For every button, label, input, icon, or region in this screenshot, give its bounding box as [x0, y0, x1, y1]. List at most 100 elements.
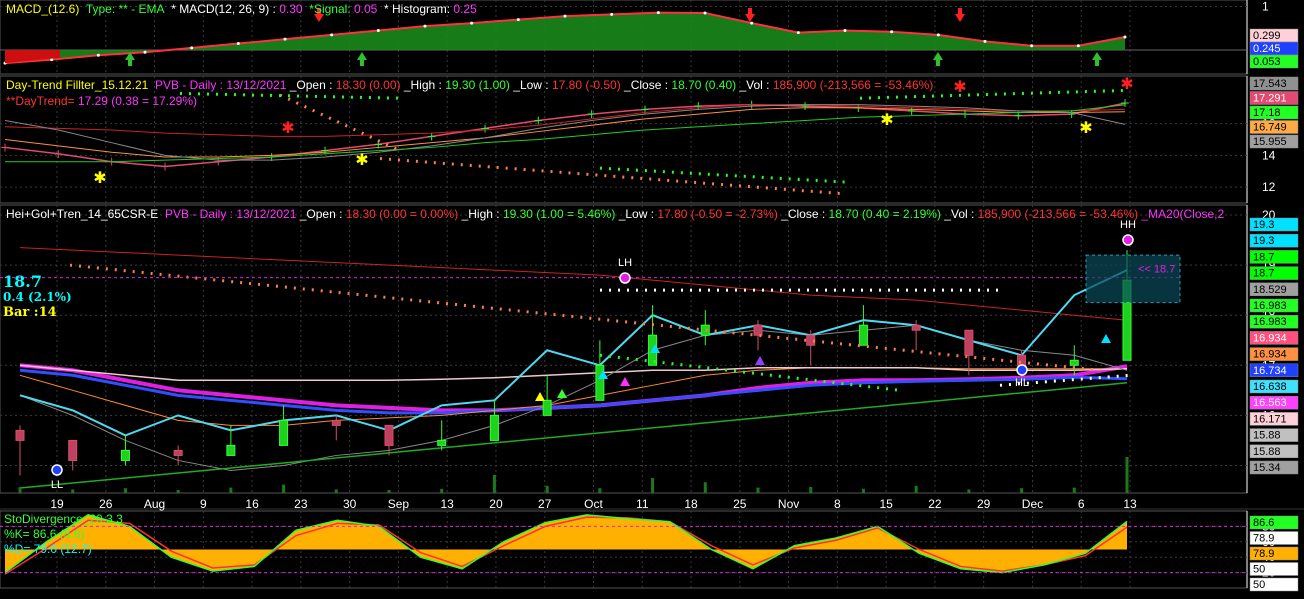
candle-body — [226, 444, 236, 456]
marker-hl — [1016, 364, 1028, 376]
x-tick-label: 8 — [834, 497, 841, 511]
daytrend-subheader: **DayTrend= 17.29 (0.38 = 17.29%) — [6, 94, 197, 108]
daytrend-cross: + — [1067, 107, 1077, 121]
price-badge: 15.88 — [1253, 446, 1281, 458]
x-tick-label: 15 — [879, 497, 893, 511]
volume-bar — [229, 487, 233, 493]
vol-value: 185,900 (-213,566 = -53.46%) — [772, 78, 934, 92]
p-vol-label: _Vol : — [944, 207, 975, 221]
bar-count: Bar :14 — [3, 305, 57, 320]
x-tick-label: 22 — [928, 497, 942, 511]
macd-point — [330, 33, 334, 37]
price-badge: 16.734 — [1253, 365, 1287, 377]
candle-body — [858, 324, 868, 346]
macd-point — [983, 39, 987, 43]
macd-point — [936, 33, 940, 37]
candle-body — [542, 399, 552, 416]
star-marker: ✱ — [1079, 118, 1092, 137]
star-marker: ✱ — [93, 168, 106, 187]
macd-point — [516, 18, 520, 22]
volume-bar — [545, 485, 549, 493]
volume-bar — [703, 482, 707, 493]
candle-body — [700, 324, 710, 336]
price-badge: 18.7 — [1253, 268, 1274, 280]
low-value: 17.80 (-0.50) — [551, 78, 621, 92]
sto-name: StoDivergence_20.3.3 — [4, 512, 123, 526]
volume-bar — [598, 488, 602, 493]
x-tick-label: Nov — [778, 497, 799, 511]
price-pane-name: Hei+Gol+Tren_14_65CSR-E — [6, 207, 159, 221]
y-tick-label: 14 — [1262, 148, 1276, 162]
marker-hh — [1122, 234, 1134, 246]
macd-type: Type: ** - EMA — [85, 2, 165, 16]
p-high-label: _High : — [461, 207, 500, 221]
price-badge: 18.529 — [1253, 284, 1287, 296]
candle-body — [489, 414, 499, 441]
macd-point — [143, 50, 147, 54]
macd-point — [96, 53, 100, 57]
macd-value: 0.30 — [279, 2, 303, 16]
macd-point — [1123, 35, 1127, 39]
last-price: 18.7 — [3, 272, 42, 291]
sto-badge: 78.9 — [1253, 533, 1274, 545]
macd-badge: 0.299 — [1253, 30, 1281, 42]
sto-badge: 78.9 — [1253, 548, 1274, 560]
histogram-label: * Histogram: — [384, 2, 451, 16]
p-low-value: 17.80 (-0.50 = -2.73%) — [657, 207, 778, 221]
x-tick-label: Dec — [1022, 497, 1043, 511]
x-tick-label: 20 — [489, 497, 503, 511]
y-tick-label: 12 — [1262, 180, 1276, 194]
daytrend-cross: + — [1120, 96, 1130, 110]
marker-lh — [619, 272, 631, 284]
daytrend-cross: + — [320, 144, 330, 158]
daytrend-badge: 17.543 — [1253, 78, 1287, 90]
macd-point — [236, 42, 240, 46]
macd-point — [470, 21, 474, 25]
price-badge: 19.3 — [1253, 219, 1274, 231]
macd-point — [283, 37, 287, 41]
volume-bar — [1072, 487, 1076, 493]
macd-point — [890, 30, 894, 34]
macd-point — [190, 46, 194, 50]
volume-bar — [651, 478, 655, 493]
close-label: _Close : — [624, 78, 669, 92]
price-badge: 15.34 — [1253, 462, 1281, 474]
sto-k-text: %K= 86.6 (8.6) — [4, 527, 85, 541]
daytrend-pvb: PVB - Daily : 13/12/2021 — [154, 78, 287, 92]
marker-ll — [51, 464, 63, 476]
star-marker: ✱ — [355, 150, 368, 169]
volume-bar — [282, 484, 286, 493]
close-value: 18.70 (0.40) — [671, 78, 737, 92]
candle-body — [911, 324, 921, 331]
marker-label-hl: HL — [1015, 377, 1029, 389]
x-tick-label: 16 — [245, 497, 259, 511]
price-badge: 16.171 — [1253, 413, 1287, 425]
volume-bar — [123, 488, 127, 493]
p-low-label: _Low : — [618, 207, 655, 221]
marker-label-ll: LL — [51, 479, 63, 491]
macd-header: MACD_(12.6) Type: ** - EMA * MACD(12, 26… — [6, 2, 477, 16]
star-marker: ✱ — [281, 118, 294, 137]
x-tick-label: 25 — [733, 497, 747, 511]
price-badge: 16.638 — [1253, 381, 1287, 393]
volume-bar — [1125, 457, 1129, 493]
macd-point — [376, 28, 380, 32]
sto-badge: 50 — [1253, 564, 1265, 576]
x-tick-label: 19 — [50, 497, 64, 511]
volume-bar — [914, 485, 918, 493]
x-tick-label: 26 — [99, 497, 113, 511]
volume-bar — [1020, 488, 1024, 493]
daytrend-cross: + — [800, 99, 810, 113]
volume-bar — [18, 487, 22, 493]
y-tick-label: 1 — [1262, 0, 1269, 14]
macd-point — [703, 11, 707, 15]
ma-label: _MA20(Close,2 — [1141, 207, 1225, 221]
x-tick-label: 18 — [684, 497, 698, 511]
candle-body — [384, 424, 394, 446]
daytrend-cross: + — [53, 147, 63, 161]
macd-point — [1030, 44, 1034, 48]
candle-body — [1069, 359, 1079, 366]
macd-point — [563, 14, 567, 18]
daytrend-cross: + — [480, 121, 490, 135]
open-label: _Open : — [289, 78, 333, 92]
